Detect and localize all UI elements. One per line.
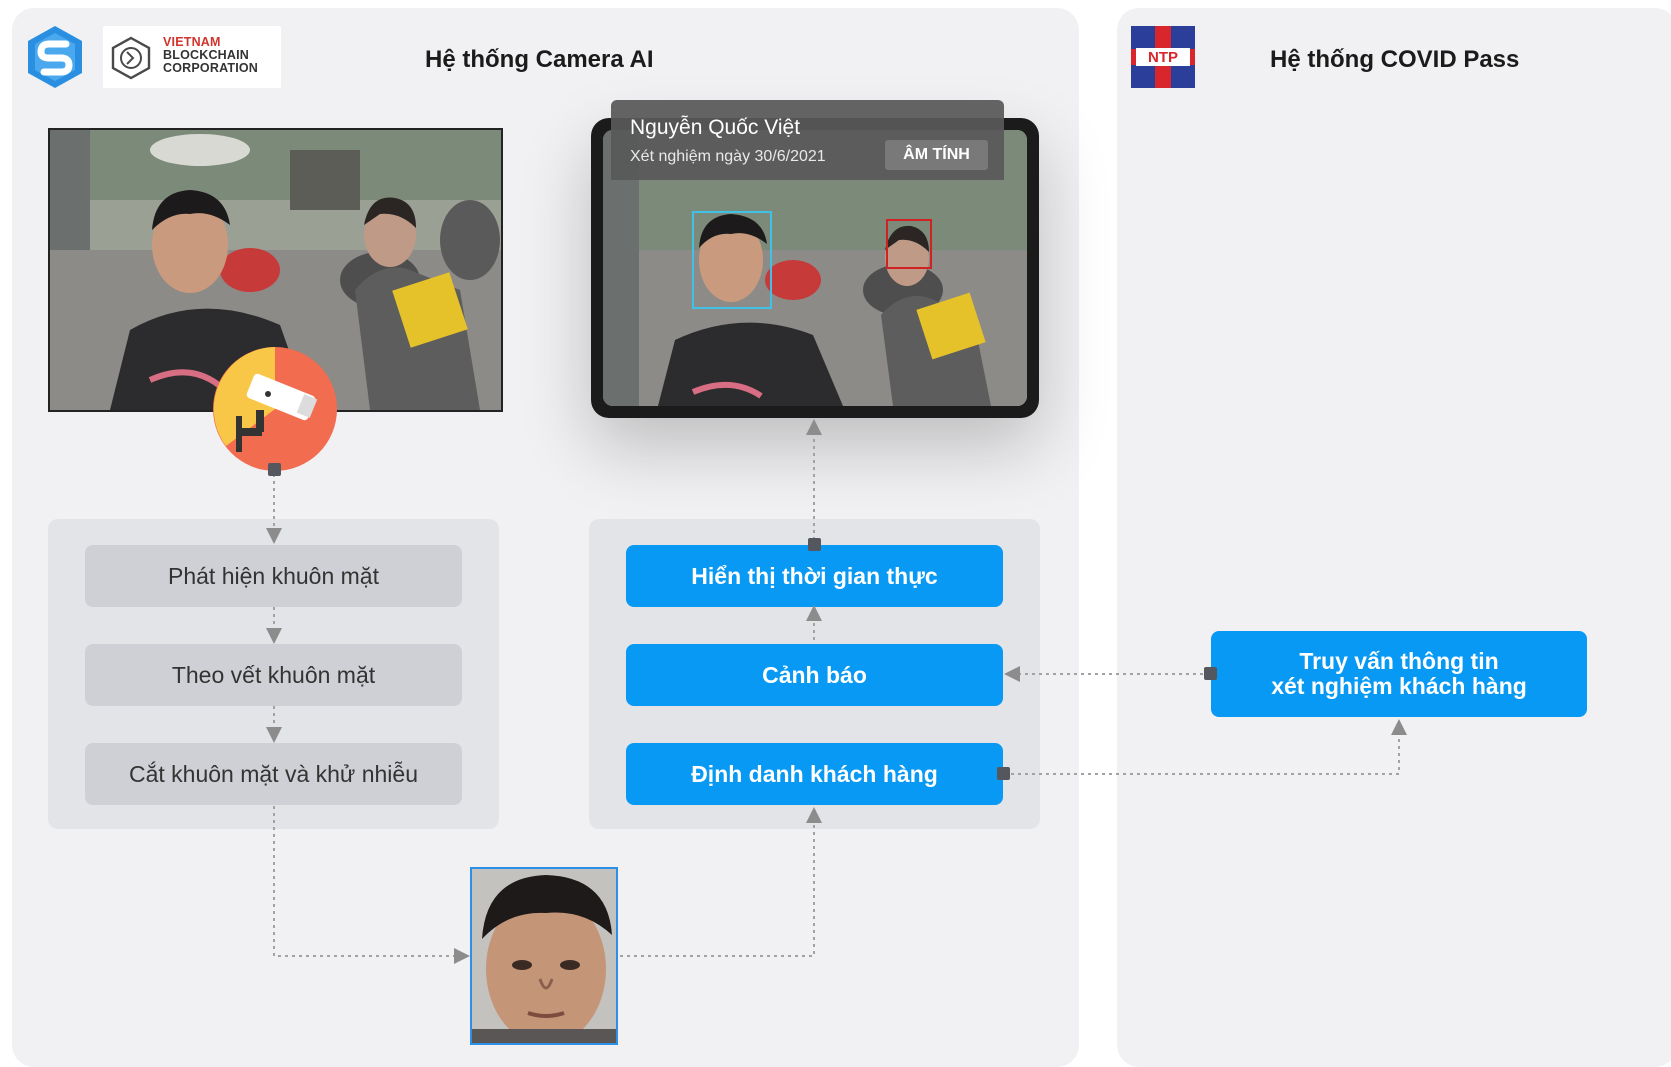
vbc-logo-line3: CORPORATION: [163, 61, 259, 75]
recognition-info-card: Nguyễn Quốc Việt Xét nghiệm ngày 30/6/20…: [611, 100, 1004, 180]
security-camera-icon: [213, 347, 337, 471]
processing-steps-group: Phát hiện khuôn mặt Theo vết khuôn mặt C…: [48, 519, 499, 829]
step-alert: Cảnh báo: [626, 644, 1003, 706]
output-steps-group: Hiển thị thời gian thực Cảnh báo Định da…: [589, 519, 1040, 829]
camera-ai-title: Hệ thống Camera AI: [425, 46, 654, 73]
diagram-canvas: VIETNAM BLOCKCHAIN CORPORATION Hệ thống …: [0, 0, 1671, 1067]
step-realtime-display: Hiển thị thời gian thực: [626, 545, 1003, 607]
step-identify-customer: Định danh khách hàng: [626, 743, 1003, 805]
vbc-logo-icon: VIETNAM BLOCKCHAIN CORPORATION: [103, 26, 281, 88]
covid-pass-title: Hệ thống COVID Pass: [1270, 46, 1520, 73]
s-hexagon-logo-icon: [28, 26, 82, 88]
step-track-face: Theo vết khuôn mặt: [85, 644, 462, 706]
covid-query-line1: Truy vấn thông tin: [1299, 648, 1499, 674]
covid-query-box: Truy vấn thông tin xét nghiệm khách hàng: [1211, 631, 1587, 717]
step-detect-face: Phát hiện khuôn mặt: [85, 545, 462, 607]
step-crop-denoise: Cắt khuôn mặt và khử nhiễu: [85, 743, 462, 805]
cropped-face-image: [470, 867, 618, 1045]
test-date: Xét nghiệm ngày 30/6/2021: [630, 148, 826, 165]
covid-pass-panel: [1117, 8, 1671, 1067]
covid-query-line2: xét nghiệm khách hàng: [1271, 673, 1527, 699]
test-result-badge: ÂM TÍNH: [885, 140, 988, 170]
ntp-logo-text: NTP: [1148, 49, 1178, 66]
recognized-name: Nguyễn Quốc Việt: [630, 116, 801, 139]
ntp-logo-icon: NTP: [1131, 26, 1195, 88]
